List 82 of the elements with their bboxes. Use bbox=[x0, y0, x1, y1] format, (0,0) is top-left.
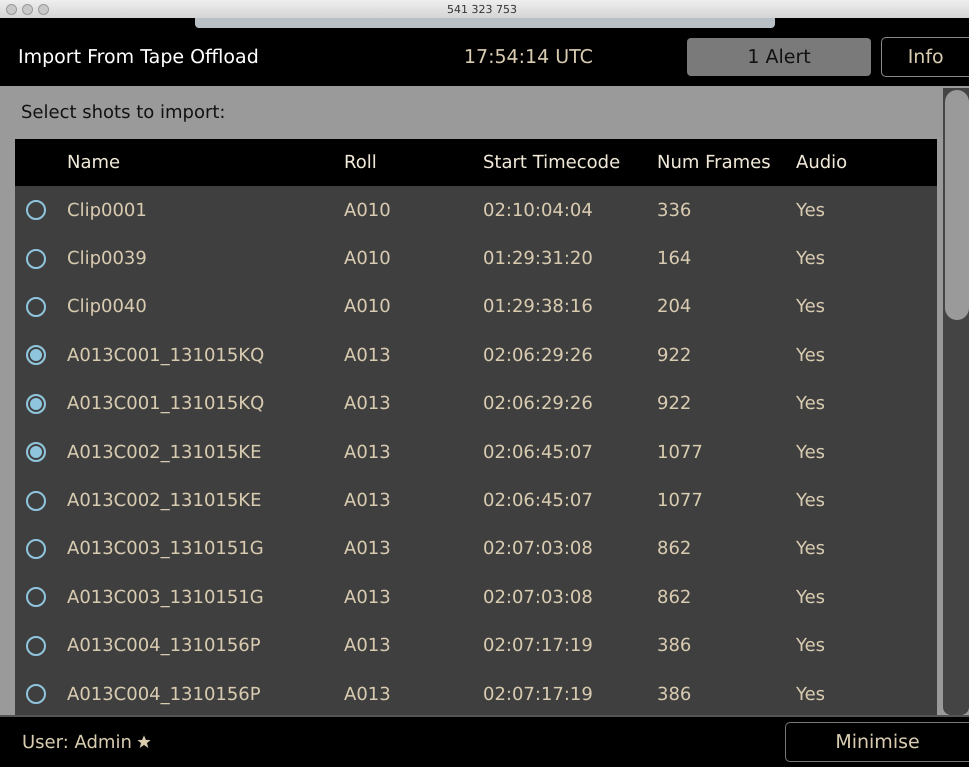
table-cell-text: 02:07:03:08 bbox=[483, 538, 594, 560]
table-cell-text: A013 bbox=[344, 442, 392, 463]
table-cell-text: Yes bbox=[796, 635, 826, 656]
table-cell-text: A013 bbox=[344, 635, 392, 656]
table-cell-text: Clip0040 bbox=[67, 296, 148, 318]
column-header: Audio bbox=[796, 152, 848, 173]
table-cell-text: A013 bbox=[344, 490, 392, 512]
table-cell-text: A013 bbox=[344, 684, 392, 705]
radio-button[interactable] bbox=[26, 587, 46, 608]
table-cell-text: A013C003_1310151G bbox=[67, 586, 265, 608]
table-cell-text: Yes bbox=[796, 296, 826, 318]
table-cell-text: 02:06:45:07 bbox=[483, 490, 594, 512]
table-cell-text: Yes bbox=[796, 442, 826, 463]
window-title: 541 323 753 bbox=[447, 2, 517, 16]
radio-button[interactable] bbox=[26, 684, 46, 704]
table-cell-text: 862 bbox=[657, 586, 692, 608]
radio-button[interactable] bbox=[26, 538, 46, 559]
scrollbar[interactable] bbox=[943, 88, 969, 715]
table-cell-text: Yes bbox=[796, 393, 826, 414]
table-cell-text: Yes bbox=[796, 586, 826, 608]
star-icon bbox=[136, 734, 152, 750]
table-cell-text: Clip0001 bbox=[67, 200, 148, 221]
table-cell-text: 1077 bbox=[657, 490, 704, 512]
table-cell-text: 02:07:17:19 bbox=[483, 635, 594, 656]
table-cell-text: 02:06:29:26 bbox=[483, 393, 594, 414]
radio-button[interactable] bbox=[26, 394, 46, 414]
table-cell-text: A013C001_131015KQ bbox=[67, 393, 266, 414]
page-title: Import From Tape Offload bbox=[18, 46, 260, 68]
clock: 17:54:14 UTC bbox=[464, 46, 594, 68]
table-cell-text: A013 bbox=[344, 586, 392, 608]
table-cell-text: 386 bbox=[657, 684, 692, 705]
user-label: User: Admin bbox=[22, 732, 132, 752]
radio-button[interactable] bbox=[26, 442, 46, 462]
table-cell-text: A010 bbox=[344, 200, 392, 221]
table-cell-text: A013 bbox=[344, 344, 392, 366]
table-cell-text: A013 bbox=[344, 393, 392, 414]
column-header: Start Timecode bbox=[483, 152, 622, 173]
table-cell-text: 204 bbox=[657, 296, 692, 318]
table-cell-text: Yes bbox=[796, 248, 826, 270]
table-cell-text: A013C001_131015KQ bbox=[67, 344, 266, 366]
table-cell-text: 02:06:29:26 bbox=[483, 344, 594, 366]
table-cell-text: 02:07:17:19 bbox=[483, 684, 594, 705]
table-cell-text: A013C002_131015KE bbox=[67, 442, 262, 463]
table-cell-text: 01:29:38:16 bbox=[483, 296, 594, 318]
column-header: Name bbox=[67, 152, 122, 173]
info-button[interactable]: Info bbox=[881, 37, 969, 77]
table-cell-text: 02:07:03:08 bbox=[483, 586, 594, 608]
table-cell-text: 02:06:45:07 bbox=[483, 442, 594, 463]
table-cell-text: A010 bbox=[344, 248, 392, 270]
table-cell-text: 922 bbox=[657, 393, 692, 414]
radio-button[interactable] bbox=[26, 345, 46, 366]
table-cell-text: 862 bbox=[657, 538, 692, 560]
table-cell-text: Yes bbox=[796, 538, 826, 560]
table-cell-text: A013 bbox=[344, 538, 392, 560]
table-cell-text: 1077 bbox=[657, 442, 704, 463]
radio-button[interactable] bbox=[26, 636, 46, 656]
column-header: Roll bbox=[344, 152, 378, 173]
radio-button[interactable] bbox=[26, 490, 46, 511]
table-cell-text: A013C002_131015KE bbox=[67, 490, 262, 512]
table-cell-text: A013C003_1310151G bbox=[67, 538, 265, 560]
radio-button[interactable] bbox=[26, 296, 46, 317]
table-cell-text: 922 bbox=[657, 344, 692, 366]
table-cell-text: A013C004_1310156P bbox=[67, 635, 262, 656]
table-cell-text: 386 bbox=[657, 635, 692, 656]
radio-button[interactable] bbox=[26, 248, 46, 269]
table-cell-text: Yes bbox=[796, 200, 826, 221]
table-cell-text: Clip0039 bbox=[67, 248, 148, 270]
table-cell-text: 02:10:04:04 bbox=[483, 200, 594, 221]
table-cell-text: A013C004_1310156P bbox=[67, 684, 262, 705]
table-cell-text: A010 bbox=[344, 296, 392, 318]
column-header: Num Frames bbox=[657, 152, 772, 173]
scrollbar-thumb[interactable] bbox=[945, 90, 969, 320]
table-cell-text: Yes bbox=[796, 490, 826, 512]
table-cell-text: 164 bbox=[657, 248, 692, 270]
table-cell-text: Yes bbox=[796, 684, 826, 705]
minimise-button[interactable]: Minimise bbox=[785, 722, 969, 762]
instruction-text: Select shots to import: bbox=[20, 101, 226, 125]
alert-button[interactable]: 1 Alert bbox=[686, 38, 872, 76]
table-cell-text: 01:29:31:20 bbox=[483, 248, 594, 270]
table-cell-text: Yes bbox=[796, 344, 826, 366]
table-cell-text: 336 bbox=[657, 200, 692, 221]
radio-button[interactable] bbox=[26, 200, 46, 220]
